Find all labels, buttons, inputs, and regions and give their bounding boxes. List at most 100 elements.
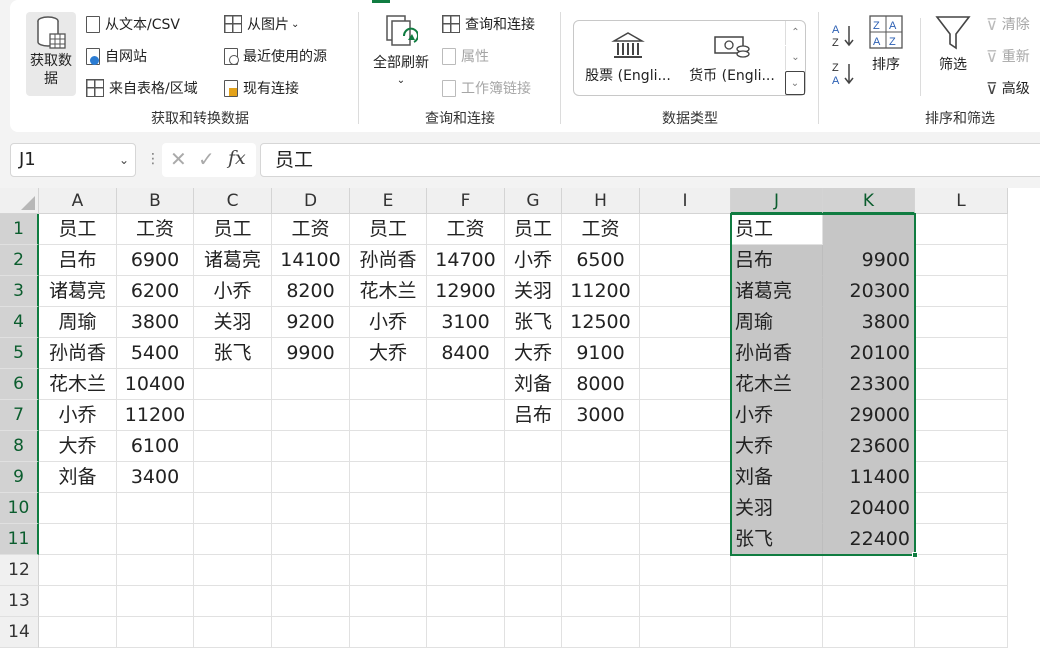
cell-l14[interactable] [915, 617, 1008, 648]
cell-g11[interactable] [505, 524, 562, 555]
cell-l10[interactable] [915, 493, 1008, 524]
column-header-j[interactable]: J [731, 188, 823, 214]
cell-k14[interactable] [823, 617, 915, 648]
cell-h5[interactable]: 9100 [562, 338, 640, 369]
cell-g14[interactable] [505, 617, 562, 648]
cell-j10[interactable]: 关羽 [731, 493, 823, 524]
cell-g1[interactable]: 员工 [505, 214, 562, 245]
cell-l12[interactable] [915, 555, 1008, 586]
cell-e6[interactable] [350, 369, 427, 400]
cell-h14[interactable] [562, 617, 640, 648]
cell-g4[interactable]: 张飞 [505, 307, 562, 338]
column-header-c[interactable]: C [194, 188, 272, 214]
get-data-button[interactable]: 获取数 据 [26, 12, 76, 96]
cell-d8[interactable] [272, 431, 350, 462]
sort-descending-button[interactable]: ZA [832, 60, 858, 87]
cell-l3[interactable] [915, 276, 1008, 307]
cell-d6[interactable] [272, 369, 350, 400]
cell-g6[interactable]: 刘备 [505, 369, 562, 400]
cell-f11[interactable] [427, 524, 505, 555]
cell-k9[interactable]: 11400 [823, 462, 915, 493]
cell-e13[interactable] [350, 586, 427, 617]
cell-i12[interactable] [640, 555, 731, 586]
row-header-14[interactable]: 14 [0, 617, 39, 648]
cell-c4[interactable]: 关羽 [194, 307, 272, 338]
data-types-gallery[interactable]: 股票 (Engli... 货币 (Engli... ⌃ ⌄ ⌄ [573, 20, 806, 96]
cell-d2[interactable]: 14100 [272, 245, 350, 276]
cell-b6[interactable]: 10400 [117, 369, 194, 400]
cell-a9[interactable]: 刘备 [39, 462, 117, 493]
advanced-filter-button[interactable]: ⊽ 高级 [986, 78, 1030, 98]
cell-j5[interactable]: 孙尚香 [731, 338, 823, 369]
cell-i10[interactable] [640, 493, 731, 524]
cell-a1[interactable]: 员工 [39, 214, 117, 245]
cell-l4[interactable] [915, 307, 1008, 338]
cell-k7[interactable]: 29000 [823, 400, 915, 431]
column-header-i[interactable]: I [640, 188, 731, 214]
cell-h7[interactable]: 3000 [562, 400, 640, 431]
row-header-1[interactable]: 1 [0, 214, 39, 245]
cell-d12[interactable] [272, 555, 350, 586]
cell-b2[interactable]: 6900 [117, 245, 194, 276]
gallery-expand[interactable]: ⌄ [785, 71, 805, 95]
chevron-down-icon[interactable]: ⌄ [119, 144, 129, 176]
queries-connections-button[interactable]: 查询和连接 [442, 14, 535, 34]
cell-k5[interactable]: 20100 [823, 338, 915, 369]
cell-a5[interactable]: 孙尚香 [39, 338, 117, 369]
cell-h13[interactable] [562, 586, 640, 617]
cell-g2[interactable]: 小乔 [505, 245, 562, 276]
from-table-range-button[interactable]: 来自表格/区域 [86, 78, 198, 98]
cell-b10[interactable] [117, 493, 194, 524]
cell-g7[interactable]: 吕布 [505, 400, 562, 431]
cell-k6[interactable]: 23300 [823, 369, 915, 400]
cell-l7[interactable] [915, 400, 1008, 431]
cell-e9[interactable] [350, 462, 427, 493]
cell-d3[interactable]: 8200 [272, 276, 350, 307]
cell-h8[interactable] [562, 431, 640, 462]
clear-filter-button[interactable]: ⊽ 清除 [986, 14, 1030, 34]
cell-f9[interactable] [427, 462, 505, 493]
cell-i8[interactable] [640, 431, 731, 462]
cell-i5[interactable] [640, 338, 731, 369]
row-header-5[interactable]: 5 [0, 338, 39, 369]
cell-f6[interactable] [427, 369, 505, 400]
cell-c10[interactable] [194, 493, 272, 524]
cell-f14[interactable] [427, 617, 505, 648]
cell-b8[interactable]: 6100 [117, 431, 194, 462]
cell-e12[interactable] [350, 555, 427, 586]
cell-d7[interactable] [272, 400, 350, 431]
cell-a10[interactable] [39, 493, 117, 524]
cell-l11[interactable] [915, 524, 1008, 555]
confirm-icon[interactable]: ✓ [198, 147, 215, 171]
cell-i3[interactable] [640, 276, 731, 307]
cell-g10[interactable] [505, 493, 562, 524]
cell-d5[interactable]: 9900 [272, 338, 350, 369]
cell-f13[interactable] [427, 586, 505, 617]
sort-ascending-button[interactable]: AZ [832, 22, 858, 49]
column-header-k[interactable]: K [823, 188, 915, 214]
cell-d14[interactable] [272, 617, 350, 648]
cell-e11[interactable] [350, 524, 427, 555]
workbook-links-button[interactable]: 工作簿链接 [442, 78, 531, 98]
cell-b3[interactable]: 6200 [117, 276, 194, 307]
cell-a13[interactable] [39, 586, 117, 617]
cell-j12[interactable] [731, 555, 823, 586]
cell-c9[interactable] [194, 462, 272, 493]
cell-d4[interactable]: 9200 [272, 307, 350, 338]
cell-d11[interactable] [272, 524, 350, 555]
cell-d13[interactable] [272, 586, 350, 617]
cell-e5[interactable]: 大乔 [350, 338, 427, 369]
cell-f3[interactable]: 12900 [427, 276, 505, 307]
column-header-a[interactable]: A [39, 188, 117, 214]
cell-a4[interactable]: 周瑜 [39, 307, 117, 338]
formula-bar-grip-icon[interactable]: ⋮ [146, 151, 160, 167]
cell-b12[interactable] [117, 555, 194, 586]
cell-c5[interactable]: 张飞 [194, 338, 272, 369]
cell-l1[interactable] [915, 214, 1008, 245]
column-header-b[interactable]: B [117, 188, 194, 214]
cell-f2[interactable]: 14700 [427, 245, 505, 276]
cancel-icon[interactable]: ✕ [170, 147, 187, 171]
row-header-3[interactable]: 3 [0, 276, 39, 307]
cell-i6[interactable] [640, 369, 731, 400]
from-text-csv-button[interactable]: 从文本/CSV [86, 14, 180, 34]
